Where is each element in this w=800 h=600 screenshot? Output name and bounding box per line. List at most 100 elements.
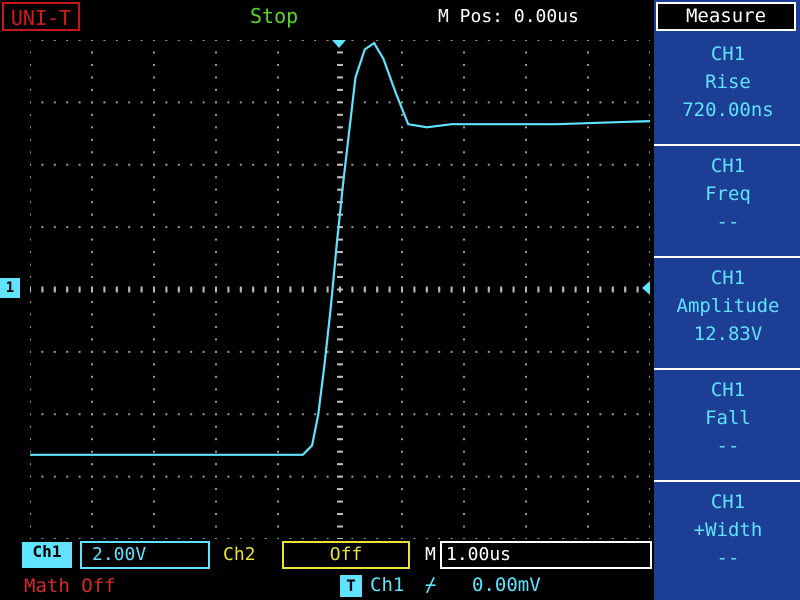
grid-dot — [289, 350, 292, 353]
grid-dot — [463, 525, 465, 528]
grid-dot — [215, 463, 217, 466]
timebase-scale[interactable]: 1.00us — [440, 541, 652, 569]
grid-dot — [401, 138, 403, 141]
grid-dot — [215, 425, 217, 428]
grid-dot — [301, 475, 304, 478]
grid-dot — [140, 350, 143, 353]
grid-dot — [388, 413, 391, 416]
grid-dot — [30, 151, 31, 154]
grid-dot — [153, 500, 155, 503]
grid-dot — [401, 425, 403, 428]
grid-dot — [264, 226, 267, 229]
axis-tick — [450, 286, 453, 293]
grid-dot — [91, 213, 93, 216]
grid-dot — [53, 226, 56, 229]
grid-dot — [587, 525, 589, 528]
grid-dot — [587, 138, 589, 141]
axis-tick — [337, 375, 343, 378]
grid-dot — [611, 475, 614, 478]
grid-dot — [326, 538, 329, 539]
grid-dot — [91, 101, 93, 104]
grid-dot — [289, 101, 292, 104]
grid-dot — [91, 488, 93, 491]
grid-dot — [264, 350, 267, 353]
axis-tick — [337, 500, 343, 503]
grid-dot — [277, 313, 279, 316]
grid-dot — [277, 438, 279, 441]
measure-item-freq[interactable]: CH1 Freq -- — [656, 152, 800, 236]
grid-dot — [649, 338, 650, 341]
grid-dot — [649, 238, 650, 241]
axis-tick — [337, 450, 343, 453]
grid-dot — [128, 226, 131, 229]
grid-dot — [587, 488, 589, 491]
ch1-ground-marker[interactable]: 1 — [0, 278, 20, 298]
grid-dot — [587, 201, 589, 204]
grid-dot — [165, 101, 168, 104]
grid-dot — [525, 538, 527, 539]
grid-dot — [500, 40, 503, 41]
grid-dot — [463, 238, 465, 241]
grid-dot — [587, 176, 589, 179]
axis-tick — [512, 286, 515, 293]
grid-dot — [401, 513, 403, 516]
grid-dot — [301, 538, 304, 539]
grid-dot — [91, 263, 93, 266]
grid-dot — [103, 40, 106, 41]
grid-dot — [649, 201, 650, 204]
grid-dot — [450, 475, 453, 478]
grid-dot — [649, 188, 650, 191]
grid-dot — [264, 40, 267, 41]
grid-dot — [574, 226, 577, 229]
axis-tick — [277, 286, 279, 293]
ch1-channel-label[interactable]: Ch1 — [22, 542, 72, 568]
grid-dot — [202, 475, 205, 478]
grid-dot — [599, 538, 602, 539]
grid-dot — [215, 525, 217, 528]
measure-item-fall[interactable]: CH1 Fall -- — [656, 376, 800, 460]
grid-dot — [115, 475, 118, 478]
axis-tick — [337, 138, 343, 141]
grid-dot — [115, 226, 118, 229]
measure-item-rise[interactable]: CH1 Rise 720.00ns — [656, 40, 800, 124]
grid-dot — [103, 101, 106, 104]
grid-dot — [649, 488, 650, 491]
grid-dot — [401, 475, 403, 478]
grid-dot — [215, 113, 217, 116]
grid-dot — [91, 113, 93, 116]
axis-tick — [549, 286, 552, 293]
axis-tick — [337, 251, 343, 254]
menu-divider — [654, 480, 800, 482]
grid-dot — [376, 40, 379, 41]
ch2-volts-per-div[interactable]: Off — [282, 541, 410, 569]
grid-dot — [500, 413, 503, 416]
grid-dot — [252, 475, 255, 478]
axis-tick — [337, 300, 343, 303]
grid-dot — [599, 40, 602, 41]
grid-dot — [227, 40, 230, 41]
ch1-volts-per-div[interactable]: 2.00V — [80, 541, 210, 569]
grid-dot — [463, 151, 465, 154]
trigger-source: Ch1 — [370, 574, 405, 596]
grid-dot — [289, 413, 292, 416]
measure-item-amplitude[interactable]: CH1 Amplitude 12.83V — [656, 264, 800, 348]
grid-dot — [202, 538, 205, 539]
grid-dot — [475, 163, 478, 166]
grid-dot — [562, 538, 565, 539]
grid-dot — [574, 538, 577, 539]
grid-dot — [549, 101, 552, 104]
grid-dot — [649, 101, 650, 104]
grid-dot — [388, 226, 391, 229]
measure-menu-title[interactable]: Measure — [656, 2, 796, 31]
axis-tick — [314, 286, 317, 293]
ch2-channel-label[interactable]: Ch2 — [223, 542, 256, 568]
grid-dot — [376, 413, 379, 416]
grid-dot — [587, 363, 589, 366]
measure-item-pos-width[interactable]: CH1 +Width -- — [656, 488, 800, 572]
grid-dot — [376, 226, 379, 229]
grid-dot — [91, 500, 93, 503]
grid-dot — [30, 325, 31, 328]
axis-tick — [337, 263, 343, 266]
grid-dot — [525, 40, 527, 41]
grid-dot — [66, 475, 69, 478]
